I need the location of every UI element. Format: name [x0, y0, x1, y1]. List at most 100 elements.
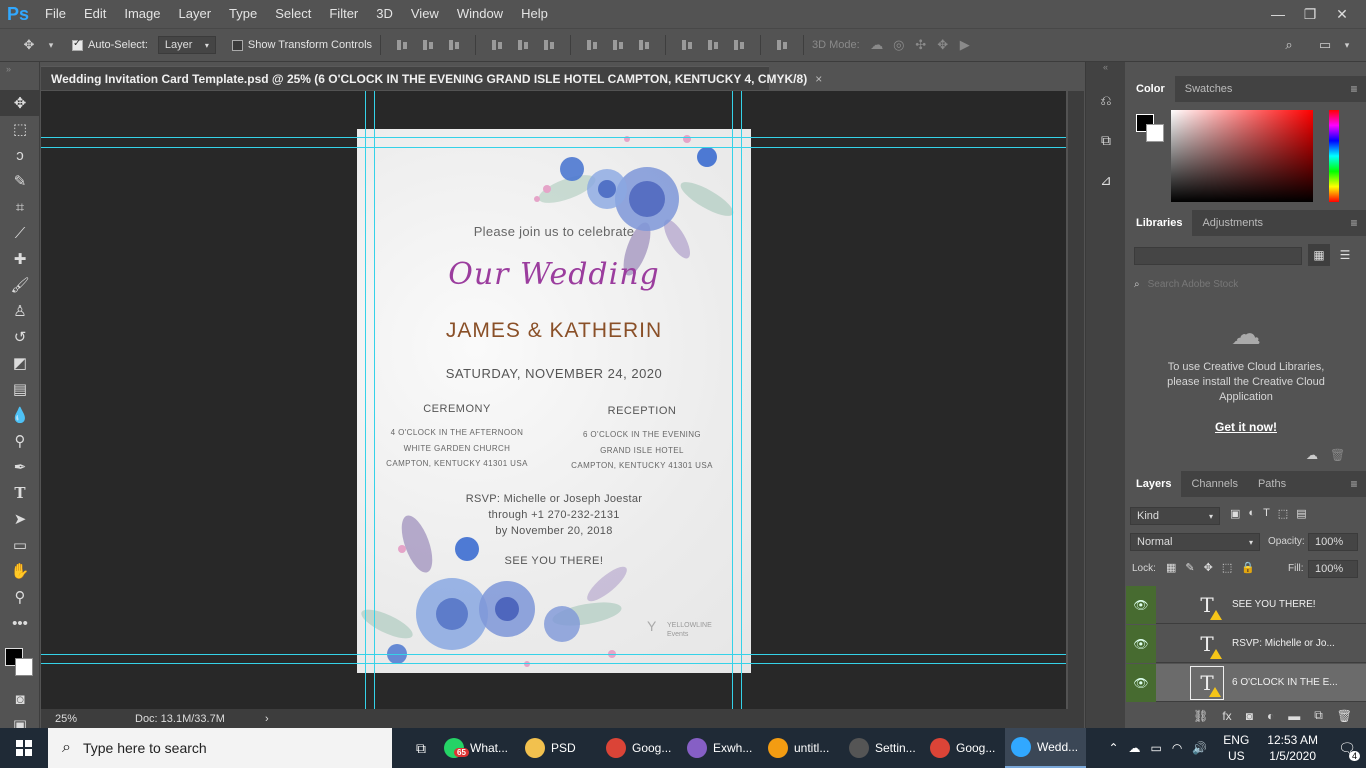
move-tool-icon[interactable]: ✥: [0, 90, 40, 116]
filter-shape-icon[interactable]: ⬚: [1278, 507, 1288, 520]
layer-row[interactable]: 👁 T RSVP: Michelle or Jo...: [1126, 624, 1366, 663]
crop-tool-icon[interactable]: ⌗: [0, 194, 40, 220]
align-top-icon[interactable]: [395, 38, 409, 52]
menu-file[interactable]: File: [36, 0, 75, 28]
onedrive-icon[interactable]: ☁: [1129, 741, 1141, 755]
collapse-icons-icon[interactable]: «: [1086, 62, 1125, 80]
taskbar-app-0[interactable]: 65 What...: [438, 728, 519, 768]
layer-filter-dropdown[interactable]: Kind ▾: [1130, 507, 1220, 525]
guide-horizontal[interactable]: [41, 654, 1066, 655]
search-icon[interactable]: ⌕: [1278, 34, 1300, 56]
panel-menu-icon[interactable]: ≡: [1342, 471, 1366, 497]
taskbar-app-5[interactable]: Settin...: [843, 728, 924, 768]
minimize-button[interactable]: —: [1262, 2, 1294, 26]
distribute-right-icon[interactable]: [732, 38, 746, 52]
new-layer-icon[interactable]: ⧉: [1314, 708, 1323, 723]
type-tool-icon[interactable]: T: [0, 480, 40, 506]
task-view-button[interactable]: ⧉: [404, 728, 438, 768]
delete-layer-icon[interactable]: 🗑: [1337, 709, 1352, 723]
more-tools-icon[interactable]: •••: [0, 610, 40, 636]
battery-icon[interactable]: ▭: [1151, 741, 1162, 755]
grid-view-icon[interactable]: ▦: [1308, 244, 1330, 266]
3d-scale-icon[interactable]: ▶: [954, 34, 976, 56]
guide-vertical[interactable]: [741, 91, 742, 709]
volume-icon[interactable]: 🔊: [1192, 741, 1207, 755]
status-menu-icon[interactable]: ›: [265, 713, 269, 725]
lasso-tool-icon[interactable]: ↄ: [0, 142, 40, 168]
color-swatches[interactable]: [0, 636, 39, 686]
vertical-scrollbar[interactable]: [1068, 91, 1084, 709]
lock-all-icon[interactable]: 🔒: [1241, 561, 1255, 574]
workspace-chevron-icon[interactable]: ▾: [1336, 34, 1358, 56]
marquee-tool-icon[interactable]: ⬚: [0, 116, 40, 142]
zoom-level[interactable]: 25%: [41, 713, 101, 725]
distribute-top-icon[interactable]: [585, 38, 599, 52]
distribute-left-icon[interactable]: [680, 38, 694, 52]
menu-view[interactable]: View: [402, 0, 448, 28]
tab-channels[interactable]: Channels: [1181, 471, 1247, 497]
tab-swatches[interactable]: Swatches: [1175, 76, 1243, 102]
healing-brush-tool-icon[interactable]: ✚: [0, 246, 40, 272]
move-tool-icon[interactable]: ✥: [18, 34, 40, 56]
rectangle-tool-icon[interactable]: ▭: [0, 532, 40, 558]
opacity-field[interactable]: 100%: [1308, 533, 1358, 551]
distribute-vcenter-icon[interactable]: [611, 38, 625, 52]
quick-select-tool-icon[interactable]: ✎: [0, 168, 40, 194]
color-picker-field[interactable]: [1171, 110, 1313, 202]
cloud-sync-icon[interactable]: ☁: [1306, 448, 1318, 462]
eyedropper-tool-icon[interactable]: ⟋: [0, 220, 40, 246]
3d-panel-icon[interactable]: ⧉: [1086, 120, 1126, 160]
tab-paths[interactable]: Paths: [1248, 471, 1296, 497]
blur-tool-icon[interactable]: 💧: [0, 402, 40, 428]
eraser-tool-icon[interactable]: ◩: [0, 350, 40, 376]
guide-vertical[interactable]: [365, 91, 366, 709]
taskbar-app-6[interactable]: Goog...: [924, 728, 1005, 768]
pen-tool-icon[interactable]: ✒: [0, 454, 40, 480]
canvas-area[interactable]: Please join us to celebrate Our Wedding …: [41, 91, 1066, 709]
blend-mode-dropdown[interactable]: Normal ▾: [1130, 533, 1260, 551]
visibility-eye-icon[interactable]: 👁: [1126, 585, 1156, 624]
close-window-button[interactable]: ✕: [1326, 2, 1358, 26]
link-layers-icon[interactable]: ⛓: [1193, 709, 1208, 723]
start-button[interactable]: [0, 728, 48, 768]
gradient-tool-icon[interactable]: ▤: [0, 376, 40, 402]
trash-icon[interactable]: 🗑: [1330, 448, 1345, 462]
menu-help[interactable]: Help: [512, 0, 557, 28]
tab-layers[interactable]: Layers: [1126, 471, 1182, 497]
close-document-icon[interactable]: ×: [815, 72, 822, 86]
align-hcenter-icon[interactable]: [516, 38, 530, 52]
adjustment-layer-icon[interactable]: ◐: [1267, 709, 1274, 723]
document-tab[interactable]: Wedding Invitation Card Template.psd @ 2…: [41, 66, 822, 90]
menu-type[interactable]: Type: [220, 0, 266, 28]
clock[interactable]: 12:53 AM 1/5/2020: [1267, 732, 1318, 764]
lock-pixels-icon[interactable]: ✎: [1185, 561, 1194, 574]
fill-field[interactable]: 100%: [1308, 560, 1358, 578]
3d-roll-icon[interactable]: ◎: [888, 34, 910, 56]
panel-menu-icon[interactable]: ≡: [1342, 210, 1366, 236]
filter-smart-icon[interactable]: ▤: [1296, 507, 1306, 520]
auto-select-checkbox[interactable]: Auto-Select:: [72, 38, 148, 51]
tool-preset-chevron-icon[interactable]: ▾: [40, 34, 62, 56]
restore-button[interactable]: ❐: [1294, 2, 1326, 26]
new-group-icon[interactable]: ▬: [1288, 709, 1300, 723]
collapse-toolbar-icon[interactable]: »: [0, 62, 39, 90]
history-brush-tool-icon[interactable]: ↺: [0, 324, 40, 350]
filter-type-icon[interactable]: T: [1263, 507, 1270, 520]
lock-position-icon[interactable]: ✥: [1204, 561, 1213, 574]
menu-image[interactable]: Image: [115, 0, 169, 28]
menu-edit[interactable]: Edit: [75, 0, 115, 28]
get-it-now-link[interactable]: Get it now!: [1126, 420, 1366, 434]
layer-row-selected[interactable]: 👁 T 6 O'CLOCK IN THE E...: [1126, 663, 1366, 702]
hue-slider[interactable]: [1329, 110, 1339, 202]
taskbar-app-4[interactable]: untitl...: [762, 728, 843, 768]
visibility-eye-icon[interactable]: 👁: [1126, 624, 1156, 663]
menu-select[interactable]: Select: [266, 0, 320, 28]
filter-adjustment-icon[interactable]: ◐: [1248, 507, 1255, 520]
history-panel-icon[interactable]: ⎌: [1086, 80, 1126, 120]
align-left-icon[interactable]: [490, 38, 504, 52]
layer-row[interactable]: 👁 T SEE YOU THERE!: [1126, 585, 1366, 624]
hand-tool-icon[interactable]: ✋: [0, 558, 40, 584]
invitation-card[interactable]: Please join us to celebrate Our Wedding …: [357, 129, 751, 673]
panel-menu-icon[interactable]: ≡: [1342, 76, 1366, 102]
tray-chevron-icon[interactable]: ⌃: [1108, 741, 1118, 755]
